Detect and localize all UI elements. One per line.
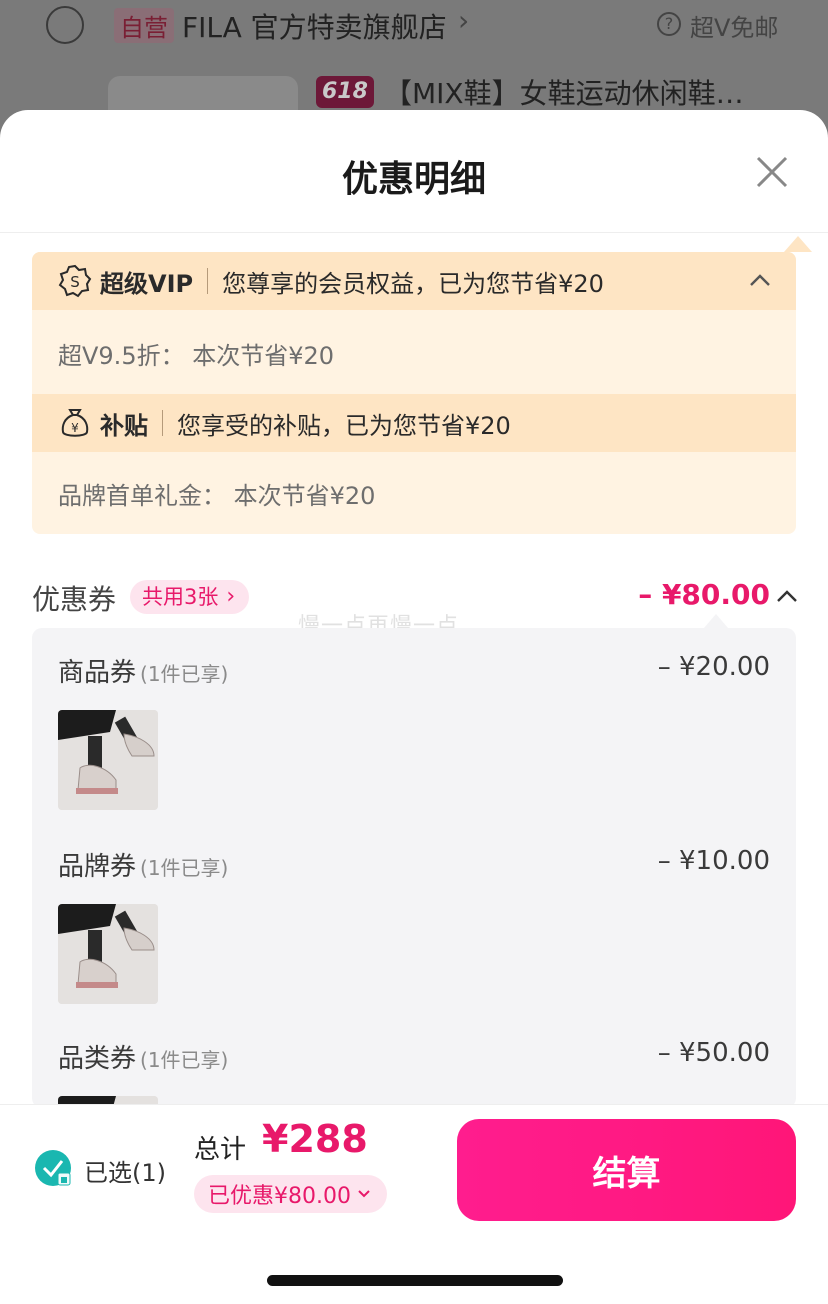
store-chevron-icon: ›: [458, 4, 470, 37]
discount-detail-sheet: 优惠明细 S 超级VIP 您尊享的会员权益，已为您节省¥20 超V9.5折： 本…: [0, 110, 828, 1304]
coupon-pointer: [704, 614, 728, 628]
coupon-item-name: 品类券 (1件已享): [58, 1038, 228, 1075]
checkout-button[interactable]: 结算: [457, 1119, 796, 1221]
subsidy-separator: [162, 410, 163, 436]
store-name: FILA 官方特卖旗舰店: [182, 11, 447, 44]
home-indicator: [267, 1275, 563, 1286]
coupon-item-name: 商品券 (1件已享): [58, 652, 228, 689]
savings-pointer: [784, 236, 812, 252]
shoe-image: [58, 904, 158, 1004]
vip-label: 超级VIP: [100, 269, 194, 298]
subsidy-desc: 您享受的补贴，已为您节省¥20: [177, 411, 511, 440]
subsidy-discount-line: 品牌首单礼金： 本次节省¥20: [58, 482, 376, 510]
product-thumbnail: [58, 710, 158, 810]
product-thumbnail: [58, 904, 158, 1004]
chevron-up-icon[interactable]: [776, 588, 798, 604]
sheet-title: 优惠明细: [341, 159, 486, 200]
money-bag-icon: ¥: [61, 409, 89, 437]
checkout-footer: 已选(1) 总计 ¥288 已优惠¥80.00 结算: [0, 1104, 828, 1304]
coupon-type-label: 品类券: [58, 1044, 137, 1074]
coupon-type-label: 品牌券: [58, 852, 137, 882]
promo-618-badge: 618: [316, 76, 374, 108]
coupon-count-label: 共用3张: [142, 585, 219, 609]
coupon-item-amount: – ¥20.00: [657, 652, 770, 682]
header-divider: [0, 232, 828, 233]
shoe-image: [58, 710, 158, 810]
chevron-right-icon: ›: [226, 584, 236, 609]
chevron-up-icon[interactable]: [748, 270, 772, 290]
self-operated-tag: 自营: [114, 8, 174, 43]
free-shipping-label: 超V免邮: [690, 14, 779, 42]
vip-desc: 您尊享的会员权益，已为您节省¥20: [222, 269, 604, 298]
total-label: 总计: [194, 1135, 247, 1165]
vip-savings-header[interactable]: S 超级VIP 您尊享的会员权益，已为您节省¥20: [32, 252, 796, 310]
coupon-item-name: 品牌券 (1件已享): [58, 846, 228, 883]
subsidy-label: 补贴: [100, 411, 148, 440]
help-icon: ?: [657, 12, 681, 36]
close-button[interactable]: [752, 152, 792, 192]
coupon-usage-note: (1件已享): [140, 1048, 229, 1072]
selected-count-label: 已选(1): [84, 1159, 166, 1187]
discount-amount-label: 已优惠¥80.00: [208, 1184, 351, 1209]
coupon-usage-note: (1件已享): [140, 662, 229, 686]
vip-discount-line: 超V9.5折： 本次节省¥20: [58, 342, 335, 370]
coupon-section-title: 优惠券: [32, 583, 117, 616]
chevron-down-icon: [358, 1190, 370, 1198]
coupon-list-panel: 商品券(1件已享) – ¥20.00 品牌券(1件已享) – ¥10.00: [32, 628, 796, 1196]
product-title: 【MIX鞋】女鞋运动休闲鞋…: [384, 77, 744, 110]
coupon-item-amount: – ¥10.00: [657, 846, 770, 876]
svg-text:¥: ¥: [71, 421, 79, 435]
coupon-total-amount: – ¥80.00: [638, 578, 770, 611]
coupon-usage-note: (1件已享): [140, 856, 229, 880]
savings-panel: S 超级VIP 您尊享的会员权益，已为您节省¥20 超V9.5折： 本次节省¥2…: [32, 236, 812, 534]
vip-badge-icon: S: [58, 264, 92, 298]
selected-check-icon[interactable]: [34, 1149, 72, 1187]
svg-text:S: S: [70, 273, 80, 291]
vip-separator: [207, 268, 209, 294]
coupon-type-label: 商品券: [58, 658, 137, 688]
subsidy-savings-header: ¥ 补贴 您享受的补贴，已为您节省¥20: [32, 394, 796, 452]
store-select-radio: [46, 6, 84, 44]
coupon-count-pill[interactable]: 共用3张 ›: [130, 580, 250, 614]
close-icon: [756, 156, 788, 188]
total-price: ¥288: [262, 1117, 368, 1161]
coupon-item-amount: – ¥50.00: [657, 1038, 770, 1068]
discount-pill[interactable]: 已优惠¥80.00: [194, 1175, 387, 1213]
